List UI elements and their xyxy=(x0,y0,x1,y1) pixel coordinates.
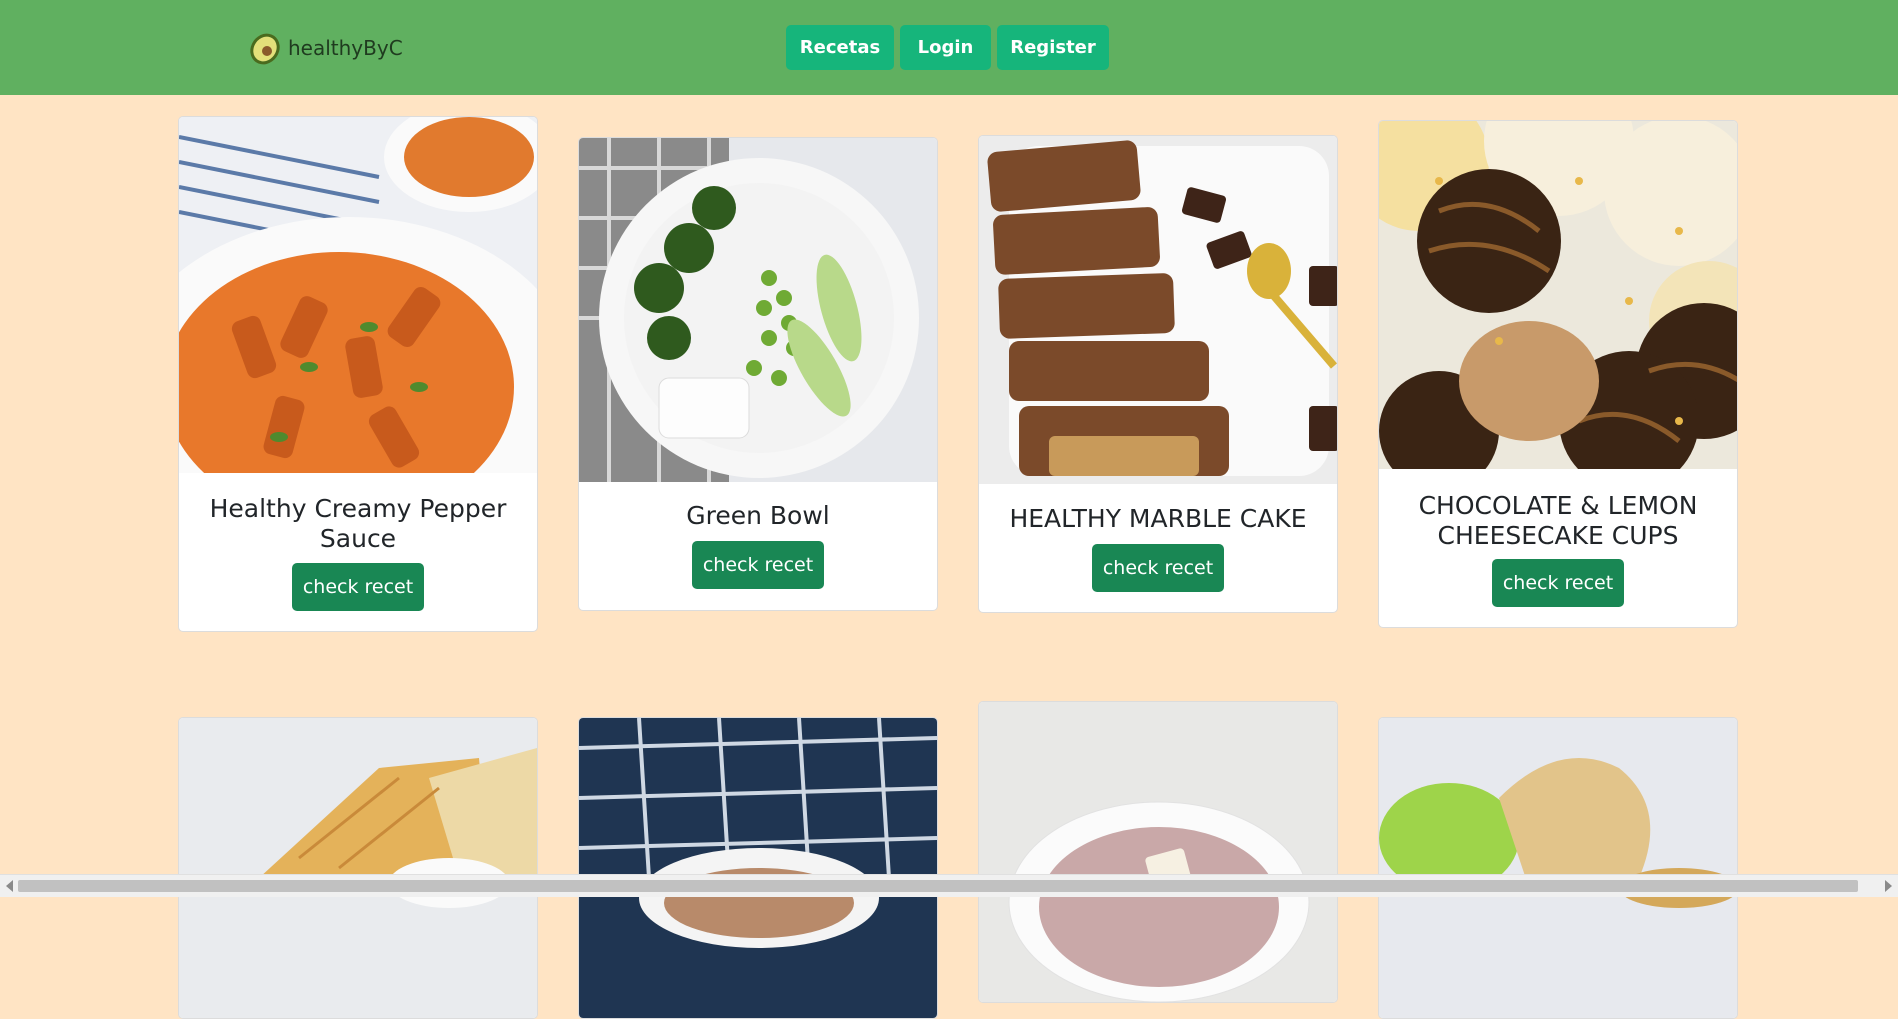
recipe-image-marble-cake[interactable] xyxy=(979,136,1337,484)
recipe-image-smoothie-bowl[interactable] xyxy=(979,702,1337,1002)
scrollbar-thumb[interactable] xyxy=(18,880,1858,892)
check-recipe-button[interactable]: check recet xyxy=(1092,544,1224,592)
recipe-card xyxy=(978,701,1338,1003)
recipe-image-green-bowl[interactable] xyxy=(579,138,937,482)
check-recipe-button[interactable]: check recet xyxy=(1492,559,1624,607)
recipe-image-oatmeal[interactable] xyxy=(579,718,937,1018)
recetas-button[interactable]: Recetas xyxy=(786,25,894,70)
recipe-title: Green Bowl xyxy=(686,501,830,530)
brand-name: healthyByC xyxy=(288,36,403,60)
avocado-icon xyxy=(250,33,280,65)
brand-link[interactable]: healthyByC xyxy=(246,28,403,68)
recipe-card: HEALTHY MARBLE CAKE check recet xyxy=(978,135,1338,613)
recipe-card: Healthy Creamy Pepper Sauce check recet xyxy=(178,116,538,632)
scroll-left-arrow-icon[interactable] xyxy=(6,880,13,892)
recipe-card: Green Bowl check recet xyxy=(578,137,938,611)
register-button[interactable]: Register xyxy=(997,25,1109,70)
recipe-card xyxy=(178,717,538,1019)
horizontal-scrollbar[interactable] xyxy=(0,874,1898,897)
recipe-title: CHOCOLATE & LEMON CHEESECAKE CUPS xyxy=(1418,491,1698,550)
recipe-image-quesadilla[interactable] xyxy=(179,718,537,1018)
recipe-card: CHOCOLATE & LEMON CHEESECAKE CUPS check … xyxy=(1378,120,1738,628)
recipe-card xyxy=(578,717,938,1019)
recipe-title: HEALTHY MARBLE CAKE xyxy=(1009,504,1307,533)
recipe-card xyxy=(1378,717,1738,1019)
login-button[interactable]: Login xyxy=(900,25,991,70)
check-recipe-button[interactable]: check recet xyxy=(692,541,824,589)
recipe-image-avocado-toast[interactable] xyxy=(1379,718,1737,1018)
scroll-right-arrow-icon[interactable] xyxy=(1885,880,1892,892)
check-recipe-button[interactable]: check recet xyxy=(292,563,424,611)
recipe-image-pasta[interactable] xyxy=(179,117,537,473)
recipe-image-cheesecake-cups[interactable] xyxy=(1379,121,1737,469)
recipe-title: Healthy Creamy Pepper Sauce xyxy=(209,494,507,553)
navbar: healthyByC Recetas Login Register xyxy=(0,0,1898,95)
